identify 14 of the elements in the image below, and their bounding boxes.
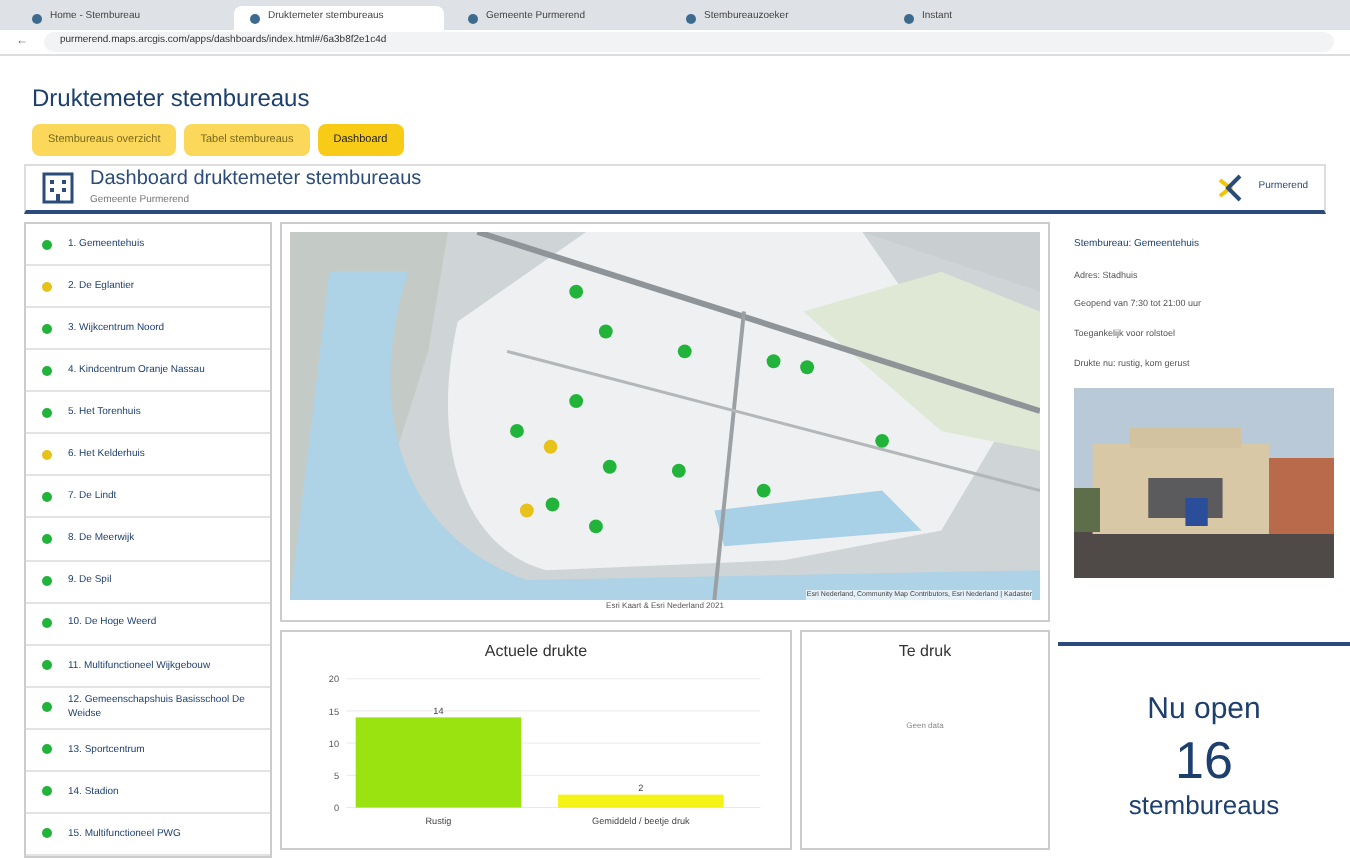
dashboard-title: Dashboard druktemeter stembureaus — [90, 168, 424, 193]
page-title: Druktemeter stembureaus — [32, 82, 312, 116]
counter-label: Nu open — [1147, 690, 1261, 730]
logo-icon — [1218, 174, 1243, 202]
building-icon — [42, 172, 74, 204]
counter-label: stembureaus — [1128, 787, 1280, 823]
counter-number: 16 — [1175, 733, 1233, 785]
chart-title: Actuele drukte — [482, 640, 590, 664]
site-icon — [904, 13, 914, 23]
site-icon — [32, 13, 42, 23]
site-icon — [250, 13, 260, 23]
site-icon — [468, 13, 478, 23]
site-icon — [686, 13, 696, 23]
too-busy-title: Te druk — [898, 640, 952, 664]
